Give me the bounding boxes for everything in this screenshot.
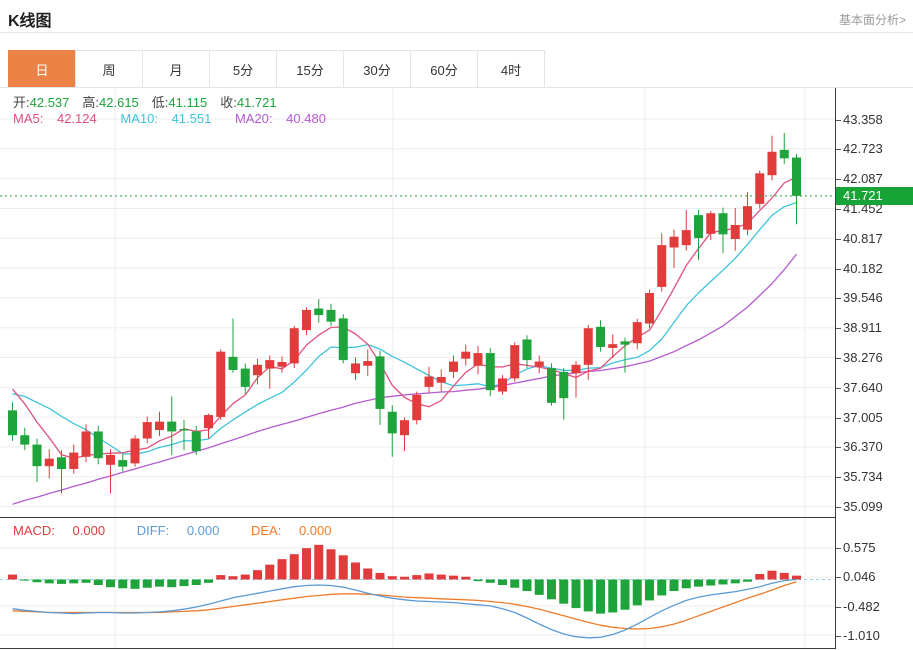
axis-tick-label: 40.817 — [836, 230, 883, 247]
close-value: 41.721 — [237, 95, 277, 110]
tab-60min[interactable]: 60分 — [410, 50, 478, 88]
tab-4hour[interactable]: 4时 — [477, 50, 545, 88]
ma20-legend: MA20: 40.480 — [235, 111, 336, 126]
axis-tick-label: 38.276 — [836, 349, 883, 366]
axis-tick-label: 38.911 — [836, 319, 882, 336]
low-value: 41.115 — [168, 95, 207, 110]
tab-month[interactable]: 月 — [142, 50, 210, 88]
axis-tick-label: 37.005 — [836, 409, 883, 426]
axis-tick-label: 35.734 — [836, 468, 883, 485]
tab-5min[interactable]: 5分 — [209, 50, 277, 88]
price-axis: 41.721 43.35842.72342.08741.45240.81740.… — [836, 88, 913, 650]
open-value: 42.537 — [30, 95, 70, 110]
page-title: K线图 — [8, 7, 52, 31]
axis-tick-label: 35.099 — [836, 498, 883, 515]
axis-tick-label: 40.182 — [836, 260, 883, 277]
tab-week[interactable]: 周 — [75, 50, 143, 88]
dea-value-label: DEA: 0.000 — [251, 523, 346, 538]
axis-tick-label: 37.640 — [836, 379, 883, 396]
current-price-tag: 41.721 — [836, 187, 913, 205]
axis-tick-label: -0.482 — [836, 598, 880, 615]
diff-value-label: DIFF: 0.000 — [137, 523, 234, 538]
axis-tick-label: 42.723 — [836, 140, 883, 157]
low-label: 低: — [152, 95, 169, 110]
tab-30min[interactable]: 30分 — [343, 50, 411, 88]
fundamental-analysis-link[interactable]: 基本面分析> — [839, 11, 906, 28]
ohlc-legend: 开:42.537 高:42.615 低:41.115 收:41.721 — [13, 92, 290, 111]
close-label: 收: — [220, 95, 237, 110]
axis-tick-label: -1.010 — [836, 627, 880, 644]
tab-15min[interactable]: 15分 — [276, 50, 344, 88]
kline-page: K线图 基本面分析> 日 周 月 5分 15分 30分 60分 4时 开:42.… — [0, 0, 913, 650]
axis-tick-label: 42.087 — [836, 170, 883, 187]
macd-value-label: MACD: 0.000 — [13, 523, 119, 538]
axis-tick-label: 36.370 — [836, 438, 883, 455]
axis-tick-label: 0.046 — [836, 568, 876, 585]
ma5-legend: MA5: 42.124 — [13, 111, 107, 126]
axis-tick-label: 0.575 — [836, 539, 876, 556]
ma10-legend: MA10: 41.551 — [120, 111, 221, 126]
open-label: 开: — [13, 95, 30, 110]
axis-tick-label: 39.546 — [836, 289, 883, 306]
macd-legend: MACD: 0.000 DIFF: 0.000 DEA: 0.000 — [13, 523, 360, 538]
divider — [0, 32, 913, 33]
high-label: 高: — [82, 95, 99, 110]
interval-tabbar: 日 周 月 5分 15分 30分 60分 4时 — [8, 50, 545, 88]
main-candlestick-chart[interactable] — [0, 88, 836, 517]
axis-tick-label: 43.358 — [836, 111, 883, 128]
ma-legend: MA5: 42.124 MA10: 41.551 MA20: 40.480 — [13, 111, 346, 126]
high-value: 42.615 — [99, 95, 139, 110]
tab-day[interactable]: 日 — [8, 50, 76, 88]
chart-bottom-border — [0, 648, 836, 649]
